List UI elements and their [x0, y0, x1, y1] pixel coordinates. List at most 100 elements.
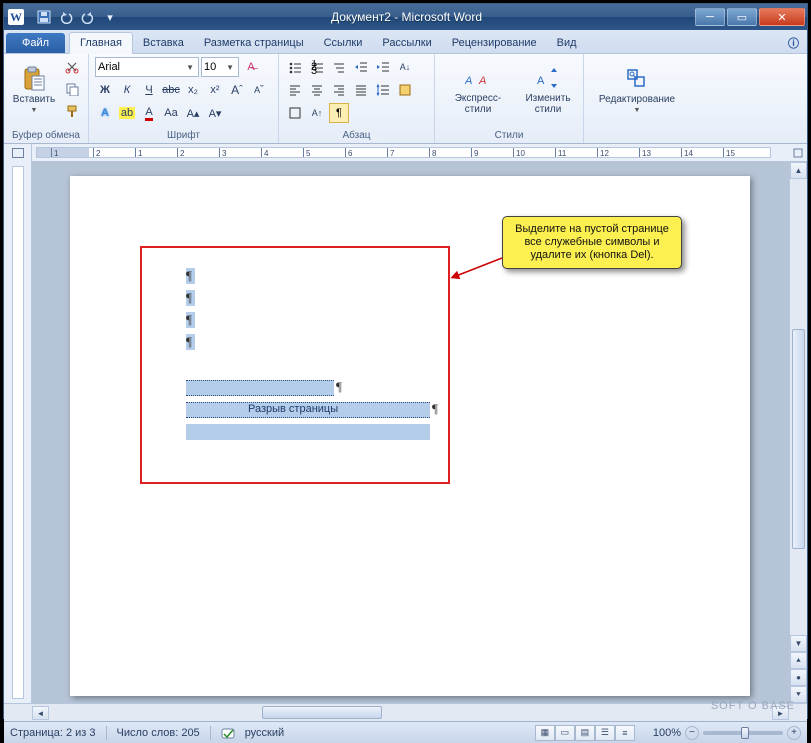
status-words[interactable]: Число слов: 205: [117, 727, 200, 739]
font-name-combo[interactable]: Arial▼: [95, 57, 199, 77]
selected-empty-line[interactable]: [186, 380, 334, 396]
qat-customize-icon[interactable]: ▾: [100, 8, 120, 26]
ruler-vertical[interactable]: [4, 162, 32, 703]
font-color-icon[interactable]: A: [139, 103, 159, 123]
grow-font-button[interactable]: Aˆ: [227, 80, 247, 100]
paste-button[interactable]: Вставить ▼: [10, 57, 58, 123]
align-left-icon[interactable]: [285, 80, 305, 100]
save-icon[interactable]: [34, 8, 54, 26]
scroll-up-icon[interactable]: ▲: [790, 162, 807, 179]
highlight-icon[interactable]: ab: [117, 103, 137, 123]
decrease-indent-icon[interactable]: [351, 57, 371, 77]
format-painter-icon[interactable]: [62, 101, 82, 121]
scroll-track[interactable]: [790, 179, 807, 635]
callout-text: Выделите на пустой странице все служебны…: [515, 223, 669, 261]
view-reading-icon[interactable]: ▭: [555, 725, 575, 741]
quick-styles-button[interactable]: AA Экспресс-стили: [441, 57, 515, 123]
status-page[interactable]: Страница: 2 из 3: [10, 727, 96, 739]
paragraph-mark[interactable]: ¶: [186, 312, 195, 328]
show-marks-button[interactable]: ¶: [329, 103, 349, 123]
zoom-out-button[interactable]: −: [685, 726, 699, 740]
multilevel-icon[interactable]: [329, 57, 349, 77]
ruler-tick: 1: [51, 148, 58, 157]
grow-font-alt[interactable]: A▴: [183, 103, 203, 123]
tab-home[interactable]: Главная: [69, 32, 133, 54]
view-print-layout-icon[interactable]: ▦: [535, 725, 555, 741]
scroll-thumb[interactable]: [792, 329, 805, 549]
text-effects-icon[interactable]: A: [95, 103, 115, 123]
line-spacing-icon[interactable]: [373, 80, 393, 100]
selected-fill[interactable]: [186, 424, 430, 440]
cut-icon[interactable]: [62, 57, 82, 77]
svg-text:A: A: [465, 75, 472, 87]
app-window: W ▾ Документ2 - Microsoft Word ─ ▭ ✕ Фай…: [3, 3, 808, 719]
zoom-slider[interactable]: [703, 731, 783, 735]
sort-alt-icon[interactable]: A↑: [307, 103, 327, 123]
superscript-button[interactable]: x²: [205, 80, 225, 100]
help-icon[interactable]: ⓘ: [782, 33, 805, 53]
increase-indent-icon[interactable]: [373, 57, 393, 77]
scrollbar-horizontal[interactable]: ◄ ►: [4, 703, 807, 721]
align-right-icon[interactable]: [329, 80, 349, 100]
tab-layout[interactable]: Разметка страницы: [194, 33, 314, 53]
tab-insert[interactable]: Вставка: [133, 33, 194, 53]
copy-icon[interactable]: [62, 79, 82, 99]
strikethrough-button[interactable]: abc: [161, 80, 181, 100]
ruler-tick: 8: [429, 148, 436, 157]
bullets-icon[interactable]: [285, 57, 305, 77]
underline-button[interactable]: Ч: [139, 80, 159, 100]
sort-icon[interactable]: A↓: [395, 57, 415, 77]
scrollbar-vertical[interactable]: ▲ ▼ ⯅ ● ⯆: [789, 162, 807, 703]
proofing-icon[interactable]: [221, 726, 235, 740]
ruler-toggle-icon[interactable]: [789, 144, 807, 161]
editor: ¶ ¶ ¶ ¶ ¶ Разрыв страницы ¶ Выделите на …: [4, 162, 807, 703]
tab-mailings[interactable]: Рассылки: [372, 33, 441, 53]
group-clipboard: Вставить ▼ Буфер обмена: [4, 54, 89, 143]
tab-references[interactable]: Ссылки: [314, 33, 373, 53]
paragraph-mark[interactable]: ¶: [186, 268, 195, 284]
justify-icon[interactable]: [351, 80, 371, 100]
quick-access-toolbar: ▾: [34, 8, 120, 26]
shading-icon[interactable]: [395, 80, 415, 100]
zoom-thumb[interactable]: [741, 727, 749, 739]
redo-icon[interactable]: [78, 8, 98, 26]
prev-page-icon[interactable]: ⯅: [790, 652, 807, 669]
undo-icon[interactable]: [56, 8, 76, 26]
borders-icon[interactable]: [285, 103, 305, 123]
document-area[interactable]: ¶ ¶ ¶ ¶ ¶ Разрыв страницы ¶ Выделите на …: [32, 162, 807, 703]
zoom-value[interactable]: 100%: [653, 727, 681, 739]
page[interactable]: ¶ ¶ ¶ ¶ ¶ Разрыв страницы ¶ Выделите на …: [70, 176, 750, 696]
italic-button[interactable]: К: [117, 80, 137, 100]
paragraph-mark[interactable]: ¶: [186, 290, 195, 306]
subscript-button[interactable]: x₂: [183, 80, 203, 100]
change-case-button[interactable]: Aa: [161, 103, 181, 123]
tab-file[interactable]: Файл: [6, 33, 65, 53]
tab-review[interactable]: Рецензирование: [442, 33, 547, 53]
tab-view[interactable]: Вид: [547, 33, 587, 53]
close-button[interactable]: ✕: [759, 8, 805, 26]
view-web-icon[interactable]: ▤: [575, 725, 595, 741]
selected-page-break[interactable]: Разрыв страницы: [186, 402, 430, 418]
paragraph-mark[interactable]: ¶: [186, 334, 195, 350]
editing-button[interactable]: Редактирование ▼: [590, 57, 684, 123]
bold-button[interactable]: Ж: [95, 80, 115, 100]
status-language[interactable]: русский: [245, 727, 284, 739]
maximize-button[interactable]: ▭: [727, 8, 757, 26]
scroll-thumb-h[interactable]: [262, 706, 382, 719]
scroll-left-icon[interactable]: ◄: [32, 706, 49, 720]
font-size-combo[interactable]: 10▼: [201, 57, 239, 77]
tab-selector[interactable]: [4, 144, 32, 162]
view-draft-icon[interactable]: ≡: [615, 725, 635, 741]
zoom-in-button[interactable]: +: [787, 726, 801, 740]
browse-object-icon[interactable]: ●: [790, 669, 807, 686]
shrink-font-button[interactable]: Aˇ: [249, 80, 269, 100]
shrink-font-alt[interactable]: A▾: [205, 103, 225, 123]
scroll-down-icon[interactable]: ▼: [790, 635, 807, 652]
minimize-button[interactable]: ─: [695, 8, 725, 26]
change-styles-button[interactable]: A Изменить стили: [519, 57, 577, 123]
align-center-icon[interactable]: [307, 80, 327, 100]
ruler-horizontal[interactable]: 12123456789101112131415: [4, 144, 807, 162]
view-outline-icon[interactable]: ☰: [595, 725, 615, 741]
clear-formatting-icon[interactable]: A̶: [241, 57, 261, 77]
numbering-icon[interactable]: 123: [307, 57, 327, 77]
